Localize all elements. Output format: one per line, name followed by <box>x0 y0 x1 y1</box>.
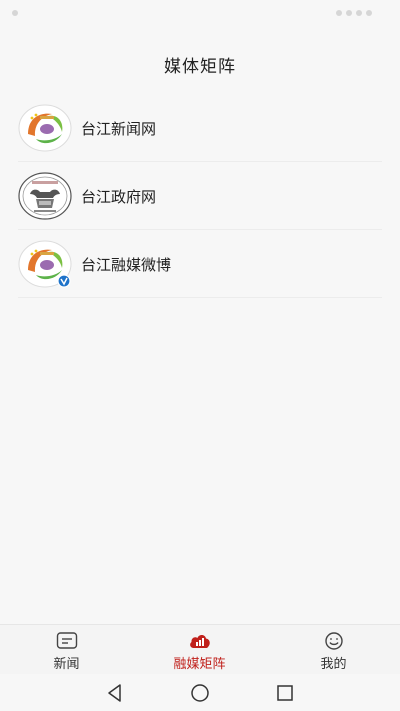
back-icon[interactable] <box>103 681 127 705</box>
news-logo-icon <box>18 104 72 152</box>
message-icon <box>56 632 77 649</box>
smile-icon <box>324 632 343 650</box>
list-item-taijiang-news[interactable]: 台江新闻网 <box>0 94 400 162</box>
signal-icon <box>336 10 342 16</box>
verified-badge-icon <box>57 274 71 288</box>
tab-label: 新闻 <box>53 657 80 672</box>
tab-news[interactable]: 新闻 <box>0 625 133 675</box>
bottom-tab-bar: 新闻 融媒矩阵 我的 <box>0 624 400 674</box>
tab-label: 融媒矩阵 <box>173 657 226 672</box>
tab-mine[interactable]: 我的 <box>267 625 400 675</box>
home-icon[interactable] <box>188 681 212 705</box>
gov-seal-icon <box>18 172 72 220</box>
status-bar <box>0 0 400 26</box>
divider <box>18 297 382 298</box>
tab-media-matrix[interactable]: 融媒矩阵 <box>133 625 266 675</box>
list-item-taijiang-weibo[interactable]: 台江融媒微博 <box>0 230 400 298</box>
tab-label: 我的 <box>320 657 347 672</box>
status-icon <box>366 10 372 16</box>
media-list: 台江新闻网 台江政府网 台江融媒微博 <box>0 94 400 298</box>
screen: 媒体矩阵 台江新闻网 台江政府网 台江融媒微博 新闻 融媒矩阵 我的 <box>0 0 400 711</box>
recents-icon[interactable] <box>273 681 297 705</box>
battery-icon <box>356 10 362 16</box>
header: 媒体矩阵 <box>0 26 400 100</box>
weibo-logo-icon <box>18 240 72 288</box>
system-nav-bar <box>0 674 400 711</box>
cloud-chart-icon <box>189 635 210 648</box>
status-icon <box>12 10 18 16</box>
page-title: 媒体矩阵 <box>164 57 236 77</box>
wifi-icon <box>346 10 352 16</box>
list-item-taijiang-gov[interactable]: 台江政府网 <box>0 162 400 230</box>
item-label: 台江融媒微博 <box>81 256 172 274</box>
item-label: 台江新闻网 <box>81 120 157 138</box>
item-label: 台江政府网 <box>81 188 157 206</box>
